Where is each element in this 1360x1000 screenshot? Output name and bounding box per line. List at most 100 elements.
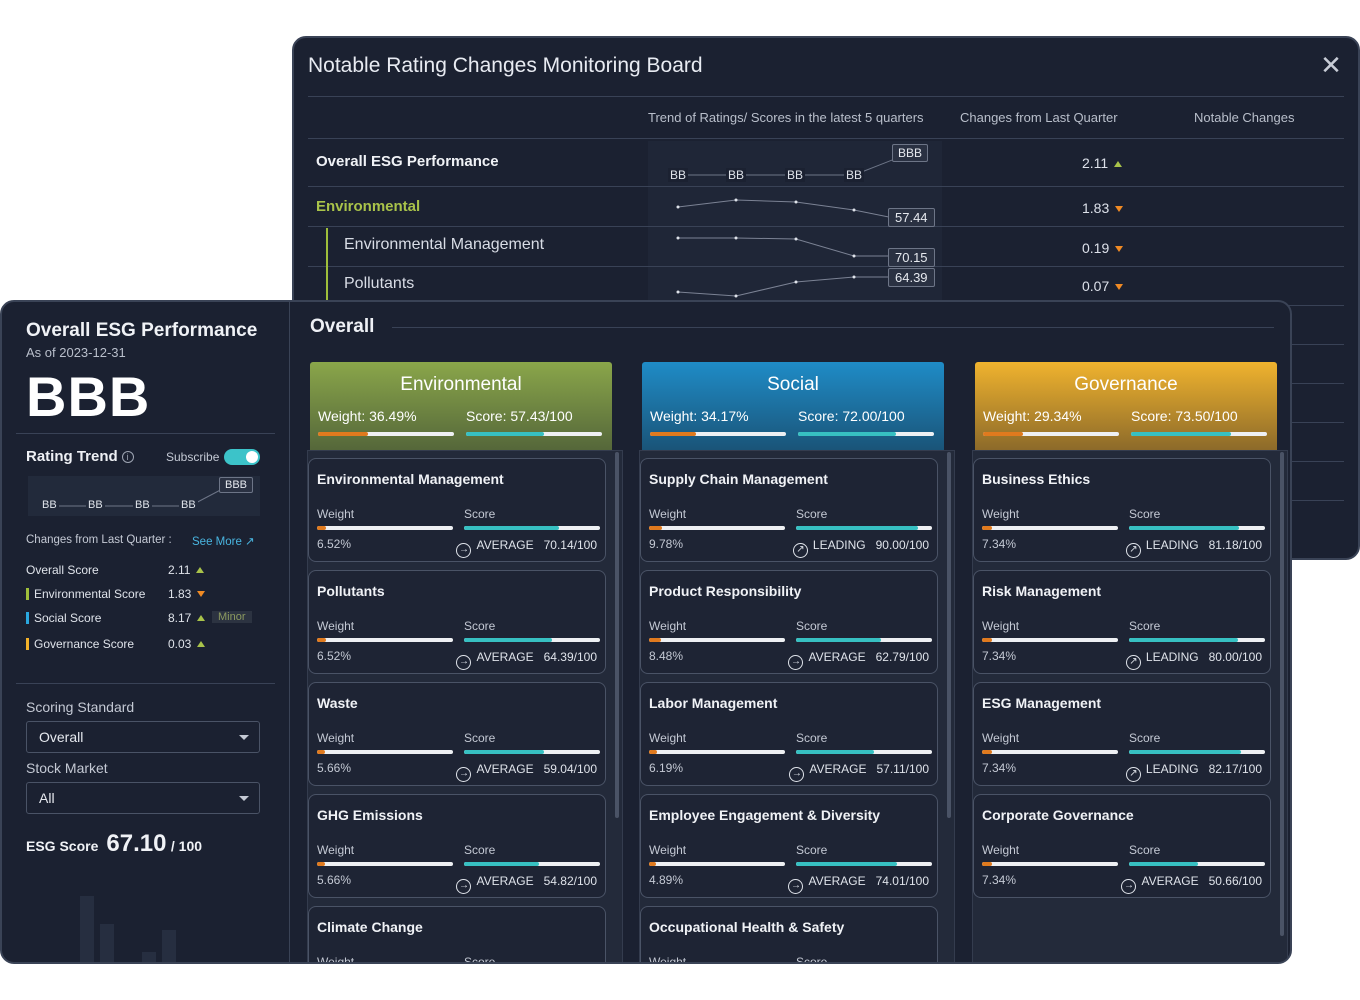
weight-label: Weight: [649, 619, 687, 633]
score-value: ↗ LEADING 90.00/100: [792, 538, 929, 558]
indicator-card[interactable]: Environmental Management Weight Score 6.52%…: [308, 458, 606, 562]
indicator-card[interactable]: Waste Weight Score 5.66% → AVERAGE 59.04/100: [308, 682, 606, 786]
score-value: → AVERAGE 50.66/100: [1121, 874, 1262, 894]
subscribe-toggle[interactable]: [224, 449, 260, 465]
weight-bar: [649, 750, 785, 754]
indicator-card[interactable]: Business Ethics Weight Score 7.34% ↗ LEADING 8…: [973, 458, 1271, 562]
card-title: Waste: [317, 695, 358, 711]
pillar-header-environmental[interactable]: Environmental Weight: 36.49% Score: 57.43/…: [310, 362, 612, 450]
indicator-card[interactable]: Occupational Health & Safety Weight Score: [640, 906, 938, 962]
row-label: Environmental: [316, 198, 421, 215]
tier-label: AVERAGE: [808, 650, 866, 664]
indicator-card[interactable]: Pollutants Weight Score 6.52% → AVERAGE 64.39/…: [308, 570, 606, 674]
arrow-down-icon: [1115, 284, 1124, 290]
pillar-weight-bar: [983, 432, 1119, 436]
score-bar: [1129, 638, 1265, 642]
arrow-up-icon: [1114, 161, 1123, 167]
weight-value: 7.34%: [982, 873, 1017, 887]
weight-label: Weight: [317, 619, 355, 633]
arrow-right-icon: →: [789, 767, 805, 782]
divider: [16, 433, 275, 434]
see-more-link[interactable]: See More ↗: [192, 534, 255, 548]
arrow-right-icon: →: [456, 879, 472, 894]
esg-performance-window: Overall ESG Performance As of 2023-12-31…: [0, 300, 1292, 964]
weight-bar: [649, 862, 785, 866]
indicator-card[interactable]: Climate Change Weight Score: [308, 906, 606, 964]
arrow-right-icon: →: [1121, 879, 1137, 894]
weight-bar: [982, 638, 1118, 642]
score-label: Score: [464, 507, 496, 521]
indicator-card[interactable]: Supply Chain Management Weight Score 9.78% ↗…: [640, 458, 938, 562]
pillar-weight: Weight: 29.34%: [983, 408, 1082, 424]
indicator-card[interactable]: Labor Management Weight Score 6.19% → AVERAGE…: [640, 682, 938, 786]
pillar-header-social[interactable]: Social Weight: 34.17% Score: 72.00/100: [642, 362, 944, 450]
weight-bar: [317, 862, 453, 866]
weight-value: 4.89%: [649, 873, 684, 887]
weight-label: Weight: [649, 507, 687, 521]
overall-rating: BBB: [26, 365, 151, 428]
trend-up-icon: ↗: [1125, 655, 1141, 670]
score-bar: [464, 862, 600, 866]
arrow-down-icon: [1115, 206, 1124, 212]
indicator-card[interactable]: Risk Management Weight Score 7.34% ↗ LEADING 8…: [973, 570, 1271, 674]
card-title: Corporate Governance: [982, 807, 1134, 823]
score-bar: [796, 750, 932, 754]
card-title: Supply Chain Management: [649, 471, 828, 487]
board-title: Notable Rating Changes Monitoring Board: [308, 54, 703, 77]
pillar-score: Score: 57.43/100: [466, 408, 573, 424]
weight-value: 7.34%: [982, 537, 1017, 551]
indicator-card[interactable]: Product Responsibility Weight Score 8.48% → A…: [640, 570, 938, 674]
weight-value: 7.34%: [982, 649, 1017, 663]
score-label: Score: [464, 955, 496, 964]
arrow-right-icon: →: [788, 879, 804, 894]
score-bar: [1129, 526, 1265, 530]
stock-market-label: Stock Market: [26, 760, 108, 776]
row-change: 0.19: [1082, 240, 1124, 256]
card-title: Climate Change: [317, 919, 423, 935]
card-title: Occupational Health & Safety: [649, 919, 845, 935]
scrollbar[interactable]: [947, 452, 951, 818]
tier-label: AVERAGE: [1141, 874, 1199, 888]
weight-value: 6.52%: [317, 537, 352, 551]
info-icon[interactable]: i: [121, 451, 134, 463]
tier-label: LEADING: [1145, 538, 1199, 552]
arrow-right-icon: →: [456, 543, 472, 558]
weight-label: Weight: [317, 955, 355, 964]
chevron-down-icon: [239, 796, 249, 801]
pillar-score: Score: 72.00/100: [798, 408, 905, 424]
stock-market-select[interactable]: All: [26, 782, 260, 814]
score-bar: [796, 638, 932, 642]
scoring-standard-select[interactable]: Overall: [26, 721, 260, 753]
legend-bar: [26, 588, 29, 600]
divider: [308, 96, 1344, 97]
arrow-right-icon: →: [788, 655, 804, 670]
latest-score: 64.39: [888, 268, 935, 287]
indicator-card[interactable]: ESG Management Weight Score 7.34% ↗ LEADING 82…: [973, 682, 1271, 786]
weight-bar: [982, 526, 1118, 530]
score-label: Score: [1129, 619, 1161, 633]
scrollbar[interactable]: [615, 452, 619, 818]
card-title: Employee Engagement & Diversity: [649, 807, 881, 823]
score-bar: [464, 526, 600, 530]
weight-bar: [649, 638, 785, 642]
trend-rating: BB: [40, 499, 59, 511]
indicator-card[interactable]: Employee Engagement & Diversity Weight Sco…: [640, 794, 938, 898]
weight-bar: [317, 526, 453, 530]
tier-label: AVERAGE: [476, 874, 534, 888]
score-value: ↗ LEADING 82.17/100: [1125, 762, 1262, 782]
scrollbar[interactable]: [1280, 452, 1284, 936]
pillar-header-governance[interactable]: Governance Weight: 29.34% Score: 73.50/100: [975, 362, 1277, 450]
arrow-up-icon: [196, 567, 205, 573]
score-label: Score: [1129, 843, 1161, 857]
weight-label: Weight: [649, 731, 687, 745]
card-title: Environmental Management: [317, 471, 504, 487]
close-icon[interactable]: ✕: [1318, 52, 1344, 78]
weight-label: Weight: [982, 619, 1020, 633]
score-value: → AVERAGE 70.14/100: [456, 538, 597, 558]
trend-rating: BB: [133, 499, 152, 511]
pillar-weight-bar: [650, 432, 786, 436]
indicator-card[interactable]: Corporate Governance Weight Score 7.34% → AVE…: [973, 794, 1271, 898]
indicator-card[interactable]: GHG Emissions Weight Score 5.66% → AVERAGE 54.…: [308, 794, 606, 898]
column-header-notable: Notable Changes: [1194, 110, 1295, 125]
mini-rating-trend: BB BB BB BB BBB: [28, 476, 260, 516]
